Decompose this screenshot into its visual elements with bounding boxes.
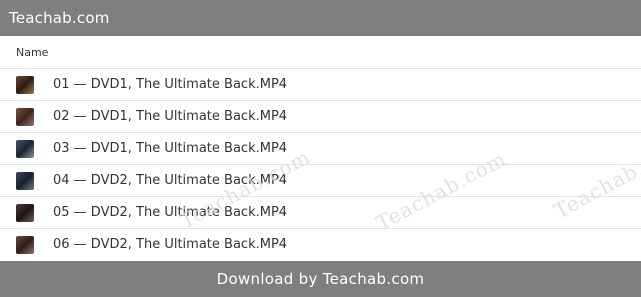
file-name[interactable]: 06 — DVD2, The Ultimate Back.MP4 bbox=[53, 236, 287, 254]
video-thumbnail-icon bbox=[16, 140, 34, 158]
file-name[interactable]: 03 — DVD1, The Ultimate Back.MP4 bbox=[53, 140, 287, 158]
file-name[interactable]: 02 — DVD1, The Ultimate Back.MP4 bbox=[53, 108, 287, 126]
file-row[interactable]: 04 — DVD2, The Ultimate Back.MP4 bbox=[0, 164, 641, 196]
file-name[interactable]: 05 — DVD2, The Ultimate Back.MP4 bbox=[53, 204, 287, 222]
file-row[interactable]: 03 — DVD1, The Ultimate Back.MP4 bbox=[0, 132, 641, 164]
download-link[interactable]: Download by Teachab.com bbox=[217, 270, 425, 288]
video-thumbnail-icon bbox=[16, 172, 34, 190]
video-thumbnail-icon bbox=[16, 204, 34, 222]
download-footer[interactable]: Download by Teachab.com bbox=[0, 261, 641, 297]
video-thumbnail-icon bbox=[16, 236, 34, 254]
site-title: Teachab.com bbox=[9, 9, 110, 27]
video-thumbnail-icon bbox=[16, 108, 34, 126]
site-header: Teachab.com bbox=[0, 0, 641, 36]
video-thumbnail-icon bbox=[16, 76, 34, 94]
file-row[interactable]: 05 — DVD2, The Ultimate Back.MP4 bbox=[0, 196, 641, 228]
name-column-header[interactable]: Name bbox=[16, 46, 48, 59]
file-name[interactable]: 04 — DVD2, The Ultimate Back.MP4 bbox=[53, 172, 287, 190]
file-name[interactable]: 01 — DVD1, The Ultimate Back.MP4 bbox=[53, 76, 287, 94]
file-row[interactable]: 06 — DVD2, The Ultimate Back.MP4 bbox=[0, 228, 641, 260]
file-row[interactable]: 01 — DVD1, The Ultimate Back.MP4 bbox=[0, 68, 641, 100]
file-list: 01 — DVD1, The Ultimate Back.MP4 02 — DV… bbox=[0, 68, 641, 260]
file-row[interactable]: 02 — DVD1, The Ultimate Back.MP4 bbox=[0, 100, 641, 132]
